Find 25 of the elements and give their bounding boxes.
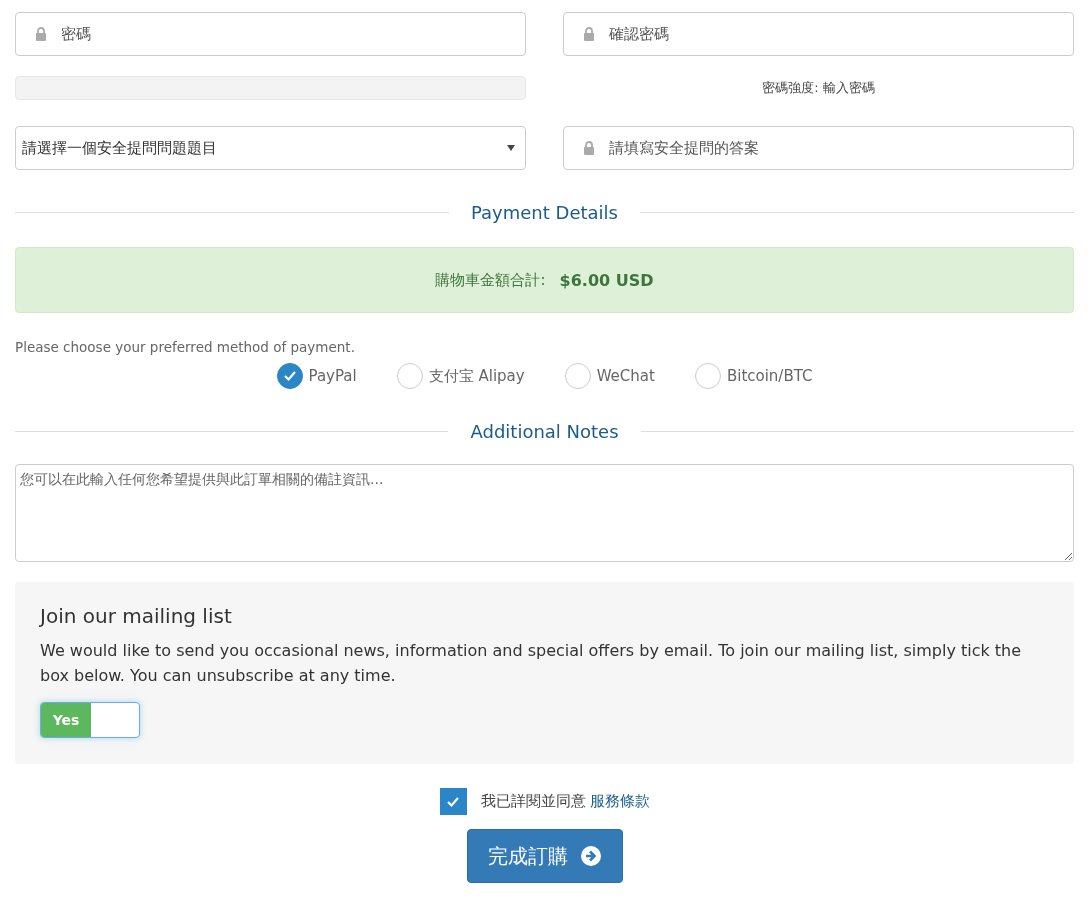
payment-method-radio[interactable]: WeChat [564,363,655,389]
payment-method-radio[interactable]: 支付宝 Alipay [396,363,525,389]
password-field[interactable]: 密碼 [15,12,526,56]
confirm-password-field[interactable]: 確認密碼 [563,12,1074,56]
cart-total-label: 購物車金額合計: [435,270,546,290]
terms-checkbox[interactable] [439,788,467,815]
security-question-select[interactable]: 請選擇一個安全提問問題題目 [15,126,526,170]
payment-prompt: Please choose your preferred method of payment. [15,339,356,355]
cart-total-value: $6.00 USD [559,270,654,290]
mailing-list-title: Join our mailing list [40,604,233,628]
check-icon [282,370,297,382]
terms-link[interactable]: 服務條款 [589,792,650,811]
caret-icon [507,145,515,151]
security-answer-field[interactable]: 請填寫安全提問的答案 [563,126,1074,170]
mailing-list-text: We would like to send you occasional news, information and special offers by email. To join our mailing list, simply tick the box below. You can unsubscribe at any time. [40,640,1023,687]
complete-order-button[interactable]: 完成訂購 [466,829,623,883]
check-icon [446,795,460,808]
notes-textarea[interactable]: 您可以在此輸入任何您希望提供與此訂單相關的備註資訊... [15,464,1074,562]
arrow-right-icon [579,845,602,867]
payment-details-heading: Payment Details [471,202,618,223]
terms-text: 我已詳閱並同意 [480,792,586,811]
additional-notes-heading: Additional Notes [470,421,619,442]
payment-method-radio[interactable]: PayPal [276,363,357,389]
password-strength-text: 密碼強度: 輸入密碼 [762,80,875,95]
payment-method-radio[interactable]: Bitcoin/BTC [694,363,813,389]
